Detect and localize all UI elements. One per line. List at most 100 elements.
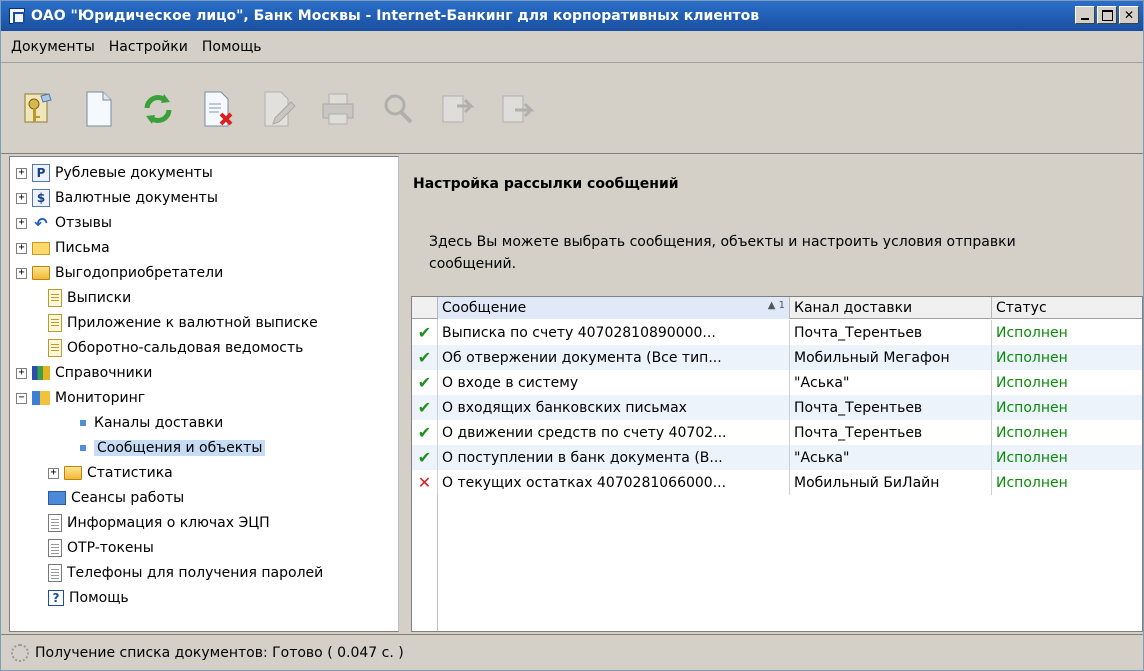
table-row[interactable]: ✕ О текущих остатках 4070281066000... Мо… [412, 470, 1142, 495]
header-label: Сообщение [442, 300, 527, 316]
menu-settings[interactable]: Настройки [109, 39, 188, 55]
help-icon: ? [48, 590, 64, 606]
refresh-icon[interactable] [135, 86, 181, 132]
collapse-icon[interactable]: − [16, 392, 27, 404]
cell-message: Выписка по счету 40702810890000... [438, 320, 790, 345]
check-icon: ✔ [412, 320, 438, 345]
cell-message: Об отвержении документа (Все тип... [438, 345, 790, 370]
back-arrow-icon: ↶ [34, 213, 48, 233]
tree-item-label: Приложение к валютной выписке [67, 315, 318, 331]
tree-item-label: OTP-токены [67, 540, 154, 556]
folder-icon [32, 266, 50, 280]
header-message[interactable]: Сообщение ▲ 1 [438, 297, 790, 319]
table-row[interactable]: ✔ О входящих банковских письмах Почта_Те… [412, 395, 1142, 420]
table-row[interactable]: ✔ О поступлении в банк документа (В... "… [412, 445, 1142, 470]
tree-item-label: Оборотно-сальдовая ведомость [67, 340, 304, 356]
statement-icon [48, 314, 62, 332]
tree-item-label: Помощь [69, 590, 129, 606]
cell-channel: "Аська" [790, 445, 992, 470]
tree-item-messages-and-objects[interactable]: Сообщения и объекты [80, 436, 266, 460]
expand-icon[interactable]: + [48, 467, 59, 479]
tree-item-currency-documents[interactable]: + $ Валютные документы [16, 186, 218, 210]
tree-item-statistics[interactable]: + Статистика [48, 461, 173, 485]
tree-item-key-info[interactable]: Информация о ключах ЭЦП [48, 511, 270, 535]
search-icon[interactable] [375, 86, 421, 132]
tree-item-work-sessions[interactable]: Сеансы работы [48, 486, 184, 510]
expand-icon[interactable]: + [16, 242, 27, 254]
navigation-tree: + Р Рублевые документы + $ Валютные доку… [9, 156, 399, 632]
folder-icon [64, 466, 82, 480]
window-controls: ✕ [1075, 6, 1139, 24]
currency-doc-icon: $ [32, 189, 50, 207]
table-row[interactable]: ✔ Об отвержении документа (Все тип... Мо… [412, 345, 1142, 370]
cell-message: О входящих банковских письмах [438, 395, 790, 420]
tree-item-turnover-balance-sheet[interactable]: Оборотно-сальдовая ведомость [48, 336, 303, 360]
delete-document-icon[interactable] [195, 86, 241, 132]
maximize-button[interactable] [1097, 6, 1117, 24]
tree-item-letters[interactable]: + Письма [16, 236, 110, 260]
close-button[interactable]: ✕ [1119, 6, 1139, 24]
tree-item-password-phones[interactable]: Телефоны для получения паролей [48, 561, 323, 585]
cell-status: Исполнен [996, 449, 1068, 466]
cell-status: Исполнен [996, 324, 1068, 341]
tree-item-label: Информация о ключах ЭЦП [67, 515, 270, 531]
messages-table: Сообщение ▲ 1 Канал доставки Статус ✔ Вы… [411, 296, 1143, 632]
tree-item-otp-tokens[interactable]: OTP-токены [48, 536, 154, 560]
expand-icon[interactable]: + [16, 167, 27, 179]
header-channel[interactable]: Канал доставки [790, 297, 992, 319]
cell-channel: Почта_Терентьев [790, 395, 992, 420]
print-icon[interactable] [315, 86, 361, 132]
edit-document-icon[interactable] [255, 86, 301, 132]
check-icon: ✔ [412, 345, 438, 370]
tree-item-ruble-documents[interactable]: + Р Рублевые документы [16, 161, 213, 185]
content-panel: Настройка рассылки сообщений Здесь Вы мо… [401, 156, 1143, 632]
menu-help[interactable]: Помощь [202, 39, 262, 55]
tree-item-beneficiaries[interactable]: + Выгодоприобретатели [16, 261, 223, 285]
tree-item-label: Письма [55, 240, 110, 256]
keys-icon[interactable] [15, 86, 61, 132]
menu-bar: Документы Настройки Помощь [1, 31, 1143, 63]
tree-item-delivery-channels[interactable]: Каналы доставки [80, 411, 223, 435]
tree-item-statements[interactable]: Выписки [48, 286, 131, 310]
new-document-icon[interactable] [75, 86, 121, 132]
document-icon [48, 564, 62, 582]
toolbar [1, 64, 1143, 154]
cell-message: О движении средств по счету 40702... [438, 420, 790, 445]
tree-item-label: Сеансы работы [71, 490, 185, 506]
cell-status: Исполнен [996, 374, 1068, 391]
expand-icon[interactable]: + [16, 267, 27, 279]
export-icon[interactable] [495, 86, 541, 132]
header-mark-column[interactable] [412, 297, 438, 319]
minimize-button[interactable] [1075, 6, 1095, 24]
import-icon[interactable] [435, 86, 481, 132]
loading-spinner-icon [11, 643, 29, 662]
table-row[interactable]: ✔ О движении средств по счету 40702... П… [412, 420, 1142, 445]
table-header: Сообщение ▲ 1 Канал доставки Статус [412, 297, 1142, 319]
table-row[interactable]: ✔ Выписка по счету 40702810890000... Поч… [412, 320, 1142, 345]
tree-item-monitoring[interactable]: − Мониторинг [16, 386, 145, 410]
cell-status: Исполнен [996, 399, 1068, 416]
status-text: Получение списка документов: Готово ( 0.… [35, 644, 404, 661]
tree-item-currency-statement-attachment[interactable]: Приложение к валютной выписке [48, 311, 318, 335]
cell-channel: Почта_Терентьев [790, 420, 992, 445]
table-row[interactable]: ✔ О входе в систему "Аська" Исполнен [412, 370, 1142, 395]
tree-item-label: Мониторинг [55, 390, 146, 406]
tree-item-directories[interactable]: + Справочники [16, 361, 152, 385]
expand-icon[interactable]: + [16, 217, 27, 229]
app-icon [9, 8, 25, 24]
cell-status: Исполнен [996, 424, 1068, 441]
status-bar: Получение списка документов: Готово ( 0.… [1, 634, 1143, 670]
cell-status: Исполнен [996, 349, 1068, 366]
monitor-icon [48, 491, 66, 505]
expand-icon[interactable]: + [16, 367, 27, 379]
header-status[interactable]: Статус [992, 297, 1142, 319]
tree-item-recalls[interactable]: + ↶ Отзывы [16, 211, 112, 235]
title-bar[interactable]: ОАО "Юридическое лицо", Банк Москвы - In… [1, 1, 1143, 31]
menu-documents[interactable]: Документы [11, 39, 95, 55]
bullet-icon [80, 420, 86, 426]
tree-item-label: Рублевые документы [55, 165, 213, 181]
expand-icon[interactable]: + [16, 192, 27, 204]
cell-channel: Почта_Терентьев [790, 320, 992, 345]
cell-status: Исполнен [996, 474, 1068, 491]
tree-item-help[interactable]: ? Помощь [48, 586, 129, 610]
